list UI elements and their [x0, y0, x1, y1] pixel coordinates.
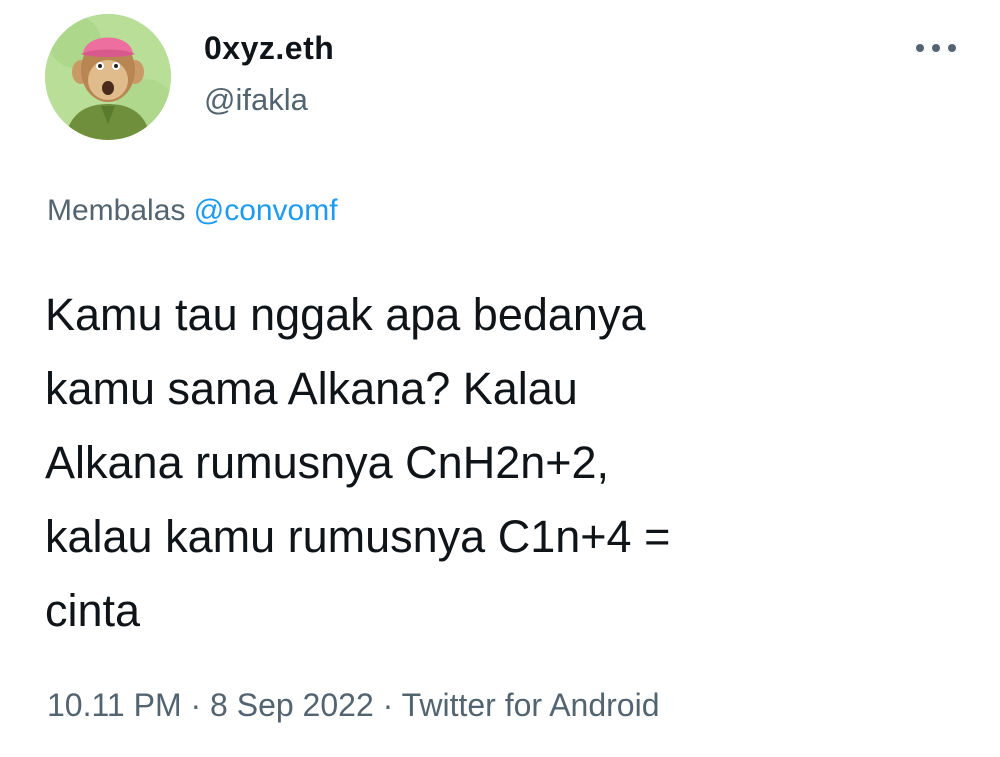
tweet-card: 0xyz.eth @ifakla Membalas @convomf Kamu …	[0, 0, 1000, 757]
tweet-text-line: Alkana rumusnya CnH2n+2,	[45, 437, 610, 488]
reply-to-handle-link[interactable]: @convomf	[194, 194, 338, 227]
tweet-text-line: cinta	[45, 585, 141, 636]
meta-separator: ·	[382, 687, 394, 723]
author-handle[interactable]: @ifakla	[204, 82, 308, 118]
tweet-source-link[interactable]: Twitter for Android	[402, 687, 660, 723]
tweet-text-line: Kamu tau nggak apa bedanya	[45, 289, 646, 340]
tweet-metadata: 10.11 PM · 8 Sep 2022 · Twitter for Andr…	[47, 687, 659, 724]
more-options-icon	[916, 44, 956, 52]
reply-prefix: Membalas	[47, 194, 186, 227]
meta-separator: ·	[190, 687, 202, 723]
tweet-time[interactable]: 10.11 PM	[47, 687, 182, 723]
tweet-text-line: kalau kamu rumusnya C1n+4 =	[45, 511, 671, 562]
tweet-text-line: kamu sama Alkana? Kalau	[45, 363, 578, 414]
more-options-button[interactable]	[908, 28, 964, 68]
monkey-avatar-icon	[45, 14, 171, 140]
tweet-date[interactable]: 8 Sep 2022	[210, 687, 374, 723]
avatar[interactable]	[45, 14, 171, 140]
author-display-name[interactable]: 0xyz.eth	[204, 30, 334, 67]
tweet-text: Kamu tau nggak apa bedanya kamu sama Alk…	[45, 278, 945, 648]
reply-context: Membalas @convomf	[47, 194, 338, 228]
